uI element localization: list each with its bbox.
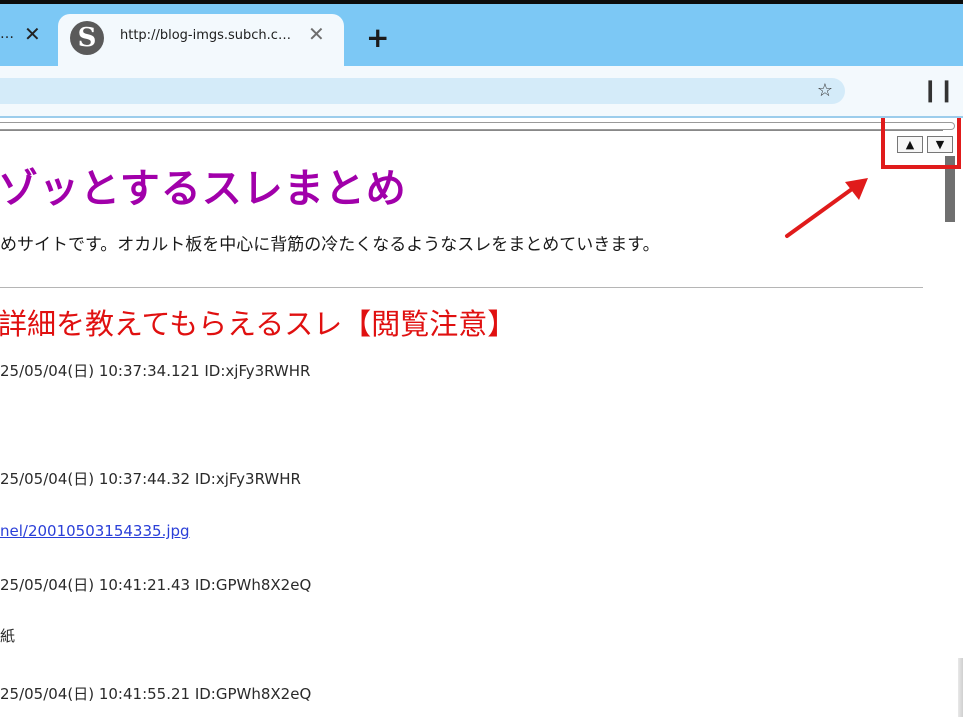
window-edge-shadow <box>958 658 963 717</box>
bookmark-star-icon[interactable]: ☆ <box>817 80 833 101</box>
address-bar[interactable]: ☆ <box>0 78 845 104</box>
tab-previous-close-icon[interactable]: ✕ <box>24 22 41 46</box>
site-favicon-icon: S <box>70 21 104 55</box>
browser-toolbar: ☆ ❙❙ <box>0 66 963 118</box>
tab-active-title: http://blog-imgs.subch.c… <box>120 28 291 43</box>
tab-active[interactable]: S http://blog-imgs.subch.c… ✕ <box>58 14 344 70</box>
tab-active-close-icon[interactable]: ✕ <box>308 22 325 46</box>
annotation-arrow <box>785 178 868 238</box>
new-tab-button[interactable]: + <box>366 21 389 54</box>
tab-previous-title: … <box>0 26 14 42</box>
page-viewport: ゾッとするスレまとめ めサイトです。オカルト板を中心に背筋の冷たくなるようなスレ… <box>0 118 963 717</box>
extension-icon[interactable]: ❙❙ <box>921 78 956 103</box>
tab-strip: … ✕ S http://blog-imgs.subch.c… ✕ + <box>0 4 963 70</box>
tab-previous[interactable]: … ✕ <box>0 20 56 56</box>
